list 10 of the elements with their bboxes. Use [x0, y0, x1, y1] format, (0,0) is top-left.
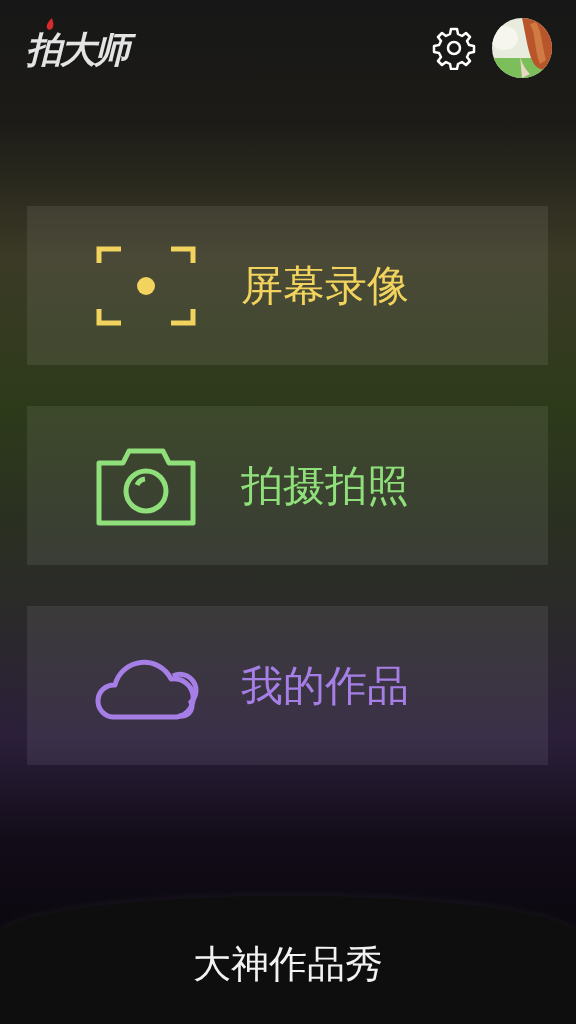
settings-icon[interactable] — [432, 26, 476, 70]
menu-label: 屏幕录像 — [241, 259, 409, 312]
menu-button[interactable]: 屏幕录像 — [27, 206, 548, 365]
footer-link[interactable]: 大神作品秀 — [193, 938, 383, 990]
menu-label: 拍摄拍照 — [241, 459, 409, 512]
menu-label: 我的作品 — [241, 659, 409, 712]
drop-icon — [46, 18, 54, 30]
menu-button[interactable]: 拍摄拍照 — [27, 406, 548, 565]
app-logo: 拍大师 — [24, 30, 136, 70]
menu-button[interactable]: 我的作品 — [27, 606, 548, 765]
